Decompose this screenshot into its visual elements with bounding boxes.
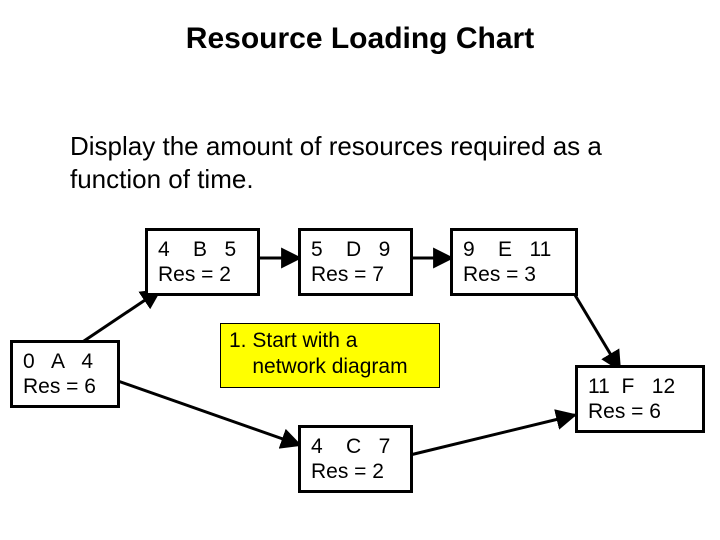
page-subtitle: Display the amount of resources required… <box>70 130 670 195</box>
callout-line-2: network diagram <box>229 354 427 380</box>
edge-c-f <box>410 415 575 455</box>
node-c-res: Res = 2 <box>311 459 400 484</box>
node-e: 9 E 11 Res = 3 <box>450 228 578 296</box>
node-b-times: 4 B 5 <box>158 237 247 262</box>
node-f-res: Res = 6 <box>588 399 692 424</box>
node-a: 0 A 4 Res = 6 <box>10 340 120 408</box>
callout-line-1: 1. Start with a <box>229 328 427 354</box>
node-d-times: 5 D 9 <box>311 237 400 262</box>
node-b: 4 B 5 Res = 2 <box>145 228 260 296</box>
page-title: Resource Loading Chart <box>0 22 720 56</box>
node-d-res: Res = 7 <box>311 262 400 287</box>
node-e-times: 9 E 11 <box>463 237 565 262</box>
callout-step-1: 1. Start with a network diagram <box>220 323 440 388</box>
node-a-res: Res = 6 <box>23 374 107 399</box>
node-a-times: 0 A 4 <box>23 349 107 374</box>
node-c: 4 C 7 Res = 2 <box>298 425 413 493</box>
node-f: 11 F 12 Res = 6 <box>575 365 705 433</box>
node-d: 5 D 9 Res = 7 <box>298 228 413 296</box>
node-e-res: Res = 3 <box>463 262 565 287</box>
node-f-times: 11 F 12 <box>588 374 692 399</box>
edge-a-c <box>115 380 300 445</box>
node-b-res: Res = 2 <box>158 262 247 287</box>
node-c-times: 4 C 7 <box>311 434 400 459</box>
edge-a-b <box>78 290 160 345</box>
